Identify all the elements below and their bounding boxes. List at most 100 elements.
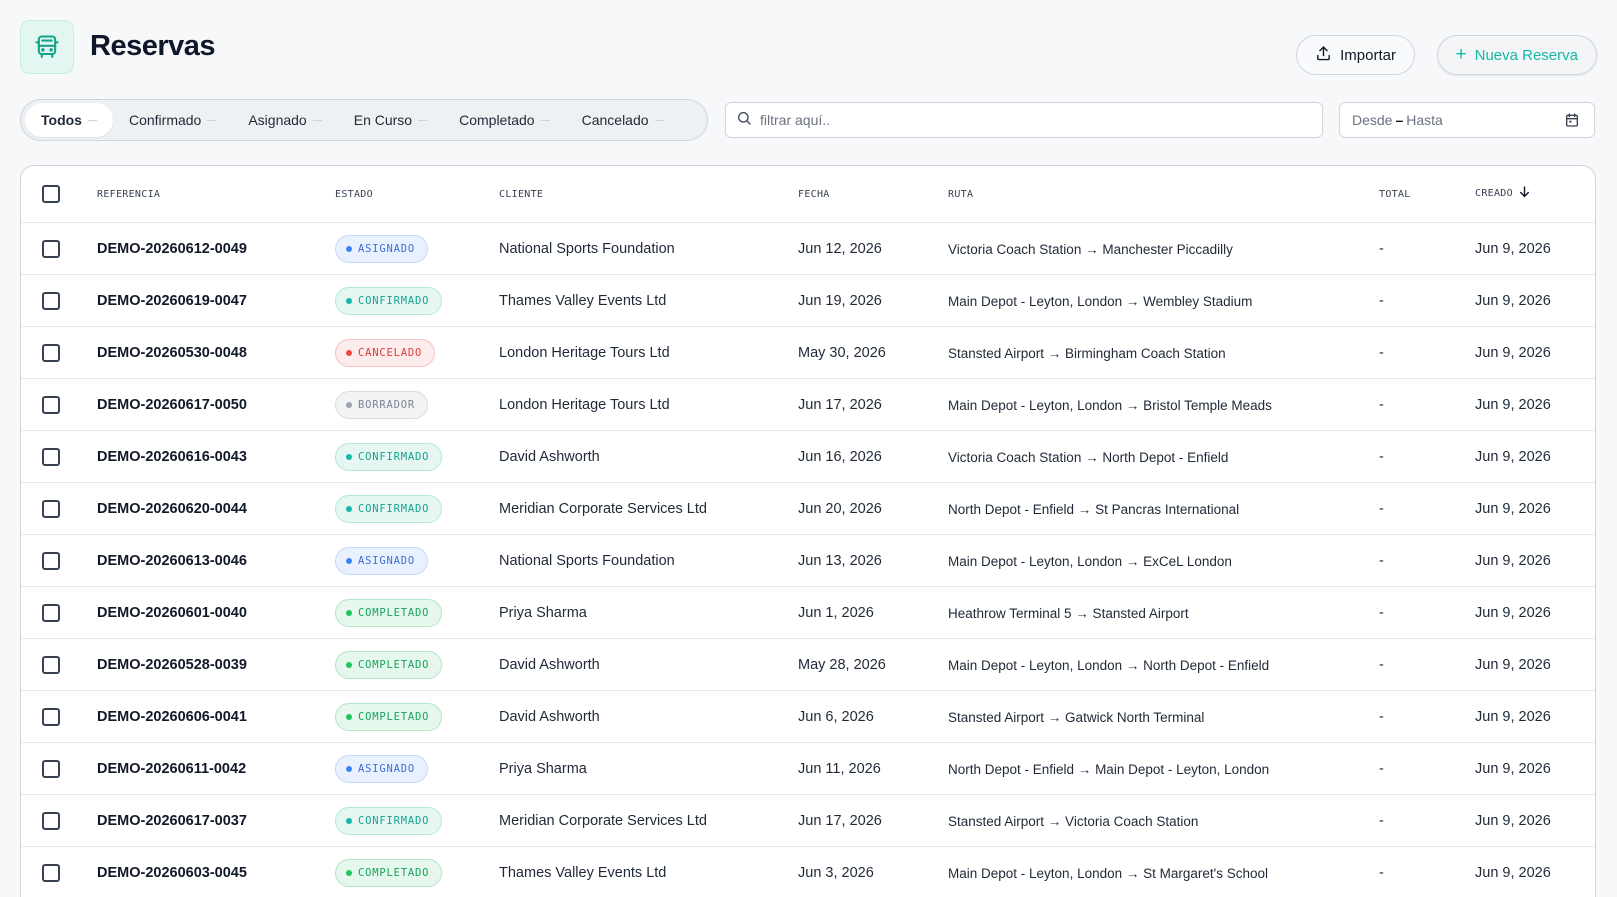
row-checkbox[interactable] xyxy=(42,379,60,431)
row-checkbox[interactable] xyxy=(42,275,60,327)
status-badge: COMPLETADO xyxy=(335,859,443,887)
tab-cancelado[interactable]: Cancelado xyxy=(566,103,680,137)
status-badge: CONFIRMADO xyxy=(335,443,443,471)
column-header-ref[interactable]: REFERENCIA xyxy=(97,189,160,200)
client-name: David Ashworth xyxy=(499,709,600,725)
created-date: Jun 9, 2026 xyxy=(1475,657,1551,673)
booking-route: Main Depot - Leyton, London → St Margare… xyxy=(948,865,1268,881)
tab-label: Confirmado xyxy=(128,112,202,128)
table-row[interactable]: DEMO-20260611-0042 ASIGNADO Priya Sharma Ju… xyxy=(21,743,1595,795)
row-checkbox[interactable] xyxy=(42,847,60,897)
plus-icon: + xyxy=(1455,43,1467,65)
tab-asignado[interactable]: Asignado xyxy=(232,103,337,137)
booking-route: Stansted Airport → Gatwick North Termina… xyxy=(948,709,1205,725)
table-row[interactable]: DEMO-20260616-0043 CONFIRMADO David Ashwor… xyxy=(21,431,1595,483)
booking-reference[interactable]: DEMO-20260528-0039 xyxy=(97,639,247,691)
column-header-total[interactable]: TOTAL xyxy=(1379,189,1411,200)
booking-reference[interactable]: DEMO-20260617-0050 xyxy=(97,379,247,431)
booking-route: Main Depot - Leyton, London → North Depo… xyxy=(948,657,1270,673)
booking-total: - xyxy=(1379,449,1384,465)
status-badge-label: CANCELADO xyxy=(358,347,423,359)
column-header-status[interactable]: ESTADO xyxy=(335,189,373,200)
table-row[interactable]: DEMO-20260601-0040 COMPLETADO Priya Sharma… xyxy=(21,587,1595,639)
status-badge: COMPLETADO xyxy=(335,703,443,731)
row-checkbox[interactable] xyxy=(42,743,60,795)
booking-reference[interactable]: DEMO-20260603-0045 xyxy=(97,847,247,897)
import-button-label: Importar xyxy=(1340,46,1396,64)
tab-todos[interactable]: Todos xyxy=(25,103,113,137)
select-all-checkbox[interactable] xyxy=(42,185,60,203)
client-name: London Heritage Tours Ltd xyxy=(499,397,670,413)
table-row[interactable]: DEMO-20260613-0046 ASIGNADO National Sport… xyxy=(21,535,1595,587)
client-name: David Ashworth xyxy=(499,657,600,673)
tab-confirmado[interactable]: Confirmado xyxy=(113,103,232,137)
row-checkbox[interactable] xyxy=(42,587,60,639)
booking-date: Jun 3, 2026 xyxy=(798,865,874,881)
table-row[interactable]: DEMO-20260612-0049 ASIGNADO National Sport… xyxy=(21,223,1595,275)
booking-route: Heathrow Terminal 5 → Stansted Airport xyxy=(948,605,1189,621)
row-checkbox[interactable] xyxy=(42,483,60,535)
column-header-client[interactable]: CLIENTE xyxy=(499,189,543,200)
booking-route: Stansted Airport → Victoria Coach Statio… xyxy=(948,813,1199,829)
status-cell: ASIGNADO xyxy=(335,743,428,795)
row-checkbox[interactable] xyxy=(42,691,60,743)
created-date: Jun 9, 2026 xyxy=(1475,865,1551,881)
booking-reference[interactable]: DEMO-20260620-0044 xyxy=(97,483,247,535)
status-cell: COMPLETADO xyxy=(335,639,443,691)
column-header-created[interactable]: CREADO xyxy=(1475,185,1531,202)
date-to-placeholder: Hasta xyxy=(1406,112,1443,128)
column-header-date[interactable]: FECHA xyxy=(798,189,830,200)
created-date: Jun 9, 2026 xyxy=(1475,605,1551,621)
booking-date: Jun 12, 2026 xyxy=(798,241,882,257)
tab-en-curso[interactable]: En Curso xyxy=(338,103,443,137)
table-row[interactable]: DEMO-20260530-0048 CANCELADO London Herita… xyxy=(21,327,1595,379)
created-date: Jun 9, 2026 xyxy=(1475,761,1551,777)
booking-total: - xyxy=(1379,241,1384,257)
table-row[interactable]: DEMO-20260620-0044 CONFIRMADO Meridian Cor… xyxy=(21,483,1595,535)
import-button[interactable]: Importar xyxy=(1296,35,1415,75)
booking-reference[interactable]: DEMO-20260613-0046 xyxy=(97,535,247,587)
booking-total: - xyxy=(1379,709,1384,725)
status-cell: ASIGNADO xyxy=(335,535,428,587)
booking-reference[interactable]: DEMO-20260612-0049 xyxy=(97,223,247,275)
new-booking-button[interactable]: + Nueva Reserva xyxy=(1436,35,1597,75)
search-input[interactable] xyxy=(760,112,1300,128)
status-badge-label: ASIGNADO xyxy=(358,555,415,567)
upload-icon xyxy=(1315,45,1332,66)
booking-reference[interactable]: DEMO-20260530-0048 xyxy=(97,327,247,379)
booking-reference[interactable]: DEMO-20260601-0040 xyxy=(97,587,247,639)
row-checkbox[interactable] xyxy=(42,535,60,587)
table-row[interactable]: DEMO-20260617-0050 BORRADOR London Heritag… xyxy=(21,379,1595,431)
created-date: Jun 9, 2026 xyxy=(1475,813,1551,829)
page-header: Reservas Importar + Nueva Reserva xyxy=(20,20,1597,76)
date-range-picker[interactable]: Desde – Hasta xyxy=(1339,102,1595,138)
status-dot xyxy=(346,246,352,252)
booking-reference[interactable]: DEMO-20260606-0041 xyxy=(97,691,247,743)
tab-label: Completado xyxy=(459,112,535,128)
status-badge-label: CONFIRMADO xyxy=(358,815,430,827)
table-row[interactable]: DEMO-20260617-0037 CONFIRMADO Meridian Cor… xyxy=(21,795,1595,847)
column-header-route[interactable]: RUTA xyxy=(948,189,973,200)
status-dot xyxy=(346,350,352,356)
client-name: Priya Sharma xyxy=(499,761,587,777)
booking-reference[interactable]: DEMO-20260619-0047 xyxy=(97,275,247,327)
booking-reference[interactable]: DEMO-20260617-0037 xyxy=(97,795,247,847)
row-checkbox[interactable] xyxy=(42,795,60,847)
row-checkbox[interactable] xyxy=(42,431,60,483)
booking-reference[interactable]: DEMO-20260611-0042 xyxy=(97,743,246,795)
booking-date: May 28, 2026 xyxy=(798,657,886,673)
table-row[interactable]: DEMO-20260528-0039 COMPLETADO David Ashwor… xyxy=(21,639,1595,691)
status-dot xyxy=(346,506,352,512)
row-checkbox[interactable] xyxy=(42,223,60,275)
row-checkbox[interactable] xyxy=(42,327,60,379)
tab-completado[interactable]: Completado xyxy=(443,103,566,137)
table-row[interactable]: DEMO-20260603-0045 COMPLETADO Thames Valle… xyxy=(21,847,1595,897)
table-row[interactable]: DEMO-20260619-0047 CONFIRMADO Thames Valle… xyxy=(21,275,1595,327)
row-checkbox[interactable] xyxy=(42,639,60,691)
calendar-icon[interactable] xyxy=(1564,112,1580,131)
created-date: Jun 9, 2026 xyxy=(1475,293,1551,309)
booking-reference[interactable]: DEMO-20260616-0043 xyxy=(97,431,247,483)
client-name: National Sports Foundation xyxy=(499,241,675,257)
table-row[interactable]: DEMO-20260606-0041 COMPLETADO David Ashwor… xyxy=(21,691,1595,743)
status-dot xyxy=(346,298,352,304)
